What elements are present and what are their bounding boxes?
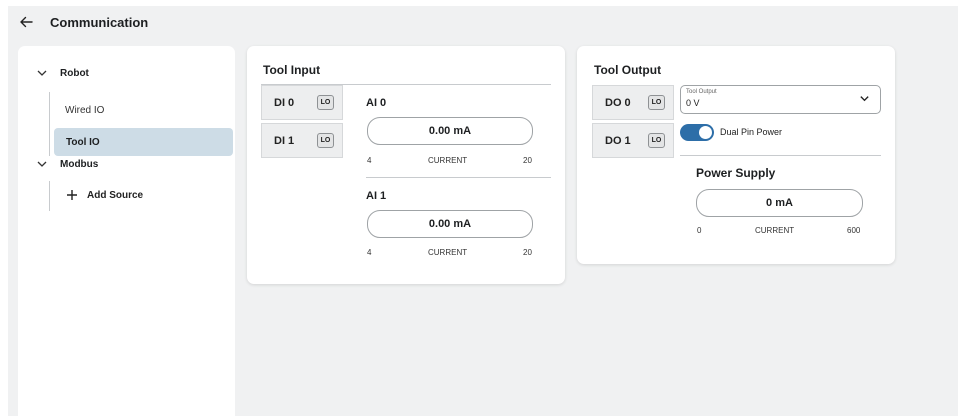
di-label: DI 1: [274, 134, 295, 147]
state-badge: LO: [648, 133, 665, 148]
state-badge: LO: [317, 95, 334, 110]
tree-group-modbus[interactable]: Modbus: [36, 158, 98, 170]
sidebar-item-label: Wired IO: [65, 104, 105, 116]
ai-0-max: 20: [523, 156, 532, 165]
add-source-button[interactable]: Add Source: [66, 189, 143, 201]
app-window: Communication Robot Wired IO Tool IO Mod…: [8, 6, 958, 416]
tree-guide-line: [49, 92, 50, 156]
di-label: DI 0: [274, 96, 295, 109]
card-title: Tool Output: [594, 63, 662, 77]
ai-0-min: 4: [367, 156, 372, 165]
di-0-button[interactable]: DI 0 LO: [261, 85, 343, 120]
arrow-left-icon[interactable]: [18, 14, 34, 30]
top-bar: Communication: [8, 6, 958, 38]
chevron-down-icon: [37, 70, 47, 76]
do-0-button[interactable]: DO 0 LO: [592, 85, 674, 120]
power-supply-title: Power Supply: [696, 166, 776, 180]
divider: [366, 177, 551, 178]
chevron-down-icon: [860, 96, 869, 102]
state-badge: LO: [317, 133, 334, 148]
ai-0-label: AI 0: [366, 97, 387, 109]
sidebar-item-label: Tool IO: [66, 136, 100, 148]
tool-output-select[interactable]: Tool Output 0 V: [680, 85, 881, 114]
dual-pin-power-toggle[interactable]: [680, 124, 714, 141]
select-value: 0 V: [686, 98, 700, 108]
ai-1-max: 20: [523, 248, 532, 257]
divider: [680, 155, 881, 156]
tree-group-robot[interactable]: Robot: [36, 67, 89, 79]
do-label: DO 0: [605, 96, 631, 109]
tree-group-label: Modbus: [60, 158, 99, 170]
tree-group-label: Robot: [60, 67, 89, 79]
dual-pin-power-label: Dual Pin Power: [720, 127, 783, 137]
do-1-button[interactable]: DO 1 LO: [592, 123, 674, 158]
page-title: Communication: [50, 15, 149, 30]
ai-0-mode: CURRENT: [428, 156, 468, 165]
ai-1-value-field: 0.00 mA: [367, 210, 533, 238]
tool-output-card: Tool Output DO 0 LO DO 1 LO Tool Output …: [577, 46, 895, 264]
ai-1-label: AI 1: [366, 190, 387, 202]
ai-0-value-field: 0.00 mA: [367, 117, 533, 145]
ai-1-min: 4: [367, 248, 372, 257]
do-label: DO 1: [605, 134, 631, 147]
chevron-down-icon: [37, 161, 47, 167]
sidebar-item-tool-io[interactable]: Tool IO: [54, 128, 233, 156]
sidebar-item-wired-io[interactable]: Wired IO: [53, 96, 235, 124]
tool-input-card: Tool Input DI 0 LO DI 1 LO AI 0 0.00 mA …: [247, 46, 565, 284]
tree-guide-line: [49, 181, 50, 211]
add-source-label: Add Source: [87, 189, 144, 201]
plus-icon: [67, 190, 77, 200]
card-title: Tool Input: [263, 63, 321, 77]
power-supply-value-field: 0 mA: [696, 189, 863, 217]
sidebar: Robot Wired IO Tool IO Modbus Add Source: [18, 46, 235, 416]
toggle-knob: [699, 126, 712, 139]
state-badge: LO: [648, 95, 665, 110]
ai-1-mode: CURRENT: [428, 248, 468, 257]
select-label: Tool Output: [686, 89, 717, 95]
power-supply-min: 0: [697, 226, 702, 235]
power-supply-max: 600: [847, 226, 861, 235]
power-supply-mode: CURRENT: [755, 226, 795, 235]
di-1-button[interactable]: DI 1 LO: [261, 123, 343, 158]
